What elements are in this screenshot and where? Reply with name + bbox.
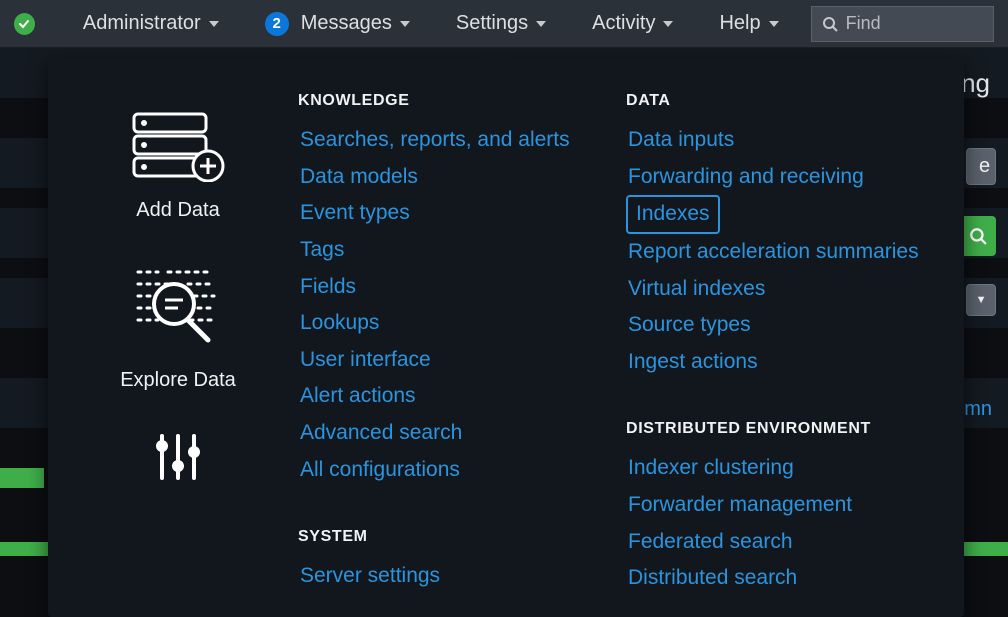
link-report-acceleration[interactable]: Report acceleration summaries bbox=[626, 234, 921, 271]
nav-messages[interactable]: 2 Messages bbox=[251, 6, 424, 42]
link-searches-reports-alerts[interactable]: Searches, reports, and alerts bbox=[298, 122, 572, 159]
link-alert-actions[interactable]: Alert actions bbox=[298, 378, 418, 415]
link-advanced-search[interactable]: Advanced search bbox=[298, 415, 464, 452]
panel-right-column: DATA Data inputs Forwarding and receivin… bbox=[606, 88, 934, 597]
search-icon bbox=[822, 16, 838, 32]
link-virtual-indexes[interactable]: Virtual indexes bbox=[626, 271, 767, 308]
system-list: Server settings bbox=[298, 558, 606, 595]
chevron-down-icon bbox=[400, 21, 410, 27]
explore-data-icon bbox=[128, 262, 228, 352]
link-forwarding-receiving[interactable]: Forwarding and receiving bbox=[626, 159, 866, 196]
nav-activity-label: Activity bbox=[592, 12, 655, 35]
bg-green-indicator bbox=[0, 468, 44, 488]
nav-settings[interactable]: Settings bbox=[442, 6, 560, 41]
topbar: Administrator 2 Messages Settings Activi… bbox=[0, 0, 1008, 48]
dropdown-arrow-icon bbox=[486, 48, 506, 58]
link-event-types[interactable]: Event types bbox=[298, 195, 412, 232]
monitoring-console-block[interactable] bbox=[148, 432, 208, 487]
nav-messages-label: Messages bbox=[301, 12, 392, 35]
link-data-models[interactable]: Data models bbox=[298, 159, 420, 196]
bg-button-1[interactable]: e bbox=[966, 148, 996, 185]
explore-data-block[interactable]: Explore Data bbox=[120, 262, 236, 392]
link-all-configurations[interactable]: All configurations bbox=[298, 452, 462, 489]
link-distributed-search[interactable]: Distributed search bbox=[626, 560, 799, 597]
nav-administrator[interactable]: Administrator bbox=[69, 6, 233, 41]
data-heading: DATA bbox=[626, 92, 934, 110]
bg-search-button[interactable] bbox=[960, 216, 996, 256]
status-ok-icon bbox=[14, 13, 35, 35]
link-data-inputs[interactable]: Data inputs bbox=[626, 122, 736, 159]
nav-help-label: Help bbox=[719, 12, 760, 35]
chevron-down-icon bbox=[663, 21, 673, 27]
knowledge-heading: KNOWLEDGE bbox=[298, 92, 606, 110]
nav-activity[interactable]: Activity bbox=[578, 6, 687, 41]
add-data-block[interactable]: Add Data bbox=[128, 108, 228, 222]
link-fields[interactable]: Fields bbox=[298, 269, 358, 306]
search-icon bbox=[969, 227, 987, 245]
bg-dropdown-button[interactable]: ▼ bbox=[966, 284, 996, 316]
chevron-down-icon bbox=[769, 21, 779, 27]
knowledge-list: Searches, reports, and alerts Data model… bbox=[298, 122, 606, 488]
panel-middle-column: KNOWLEDGE Searches, reports, and alerts … bbox=[278, 88, 606, 597]
nav-administrator-label: Administrator bbox=[83, 12, 201, 35]
messages-badge: 2 bbox=[265, 12, 289, 36]
search-placeholder: Find bbox=[846, 13, 881, 34]
chevron-down-icon bbox=[536, 21, 546, 27]
link-server-settings[interactable]: Server settings bbox=[298, 558, 442, 595]
add-data-label: Add Data bbox=[128, 199, 228, 222]
chevron-down-icon bbox=[209, 21, 219, 27]
link-federated-search[interactable]: Federated search bbox=[626, 524, 795, 561]
link-source-types[interactable]: Source types bbox=[626, 307, 753, 344]
distributed-heading: DISTRIBUTED ENVIRONMENT bbox=[626, 420, 934, 438]
nav-settings-label: Settings bbox=[456, 12, 528, 35]
panel-left-column: Add Data bbox=[78, 88, 278, 597]
system-heading: SYSTEM bbox=[298, 528, 606, 546]
link-indexes[interactable]: Indexes bbox=[626, 195, 720, 234]
explore-data-label: Explore Data bbox=[120, 369, 236, 392]
link-tags[interactable]: Tags bbox=[298, 232, 346, 269]
data-list: Data inputs Forwarding and receiving Ind… bbox=[626, 122, 934, 380]
search-input[interactable]: Find bbox=[811, 6, 994, 42]
settings-dropdown-panel: Add Data bbox=[48, 58, 964, 617]
add-data-icon bbox=[128, 108, 228, 182]
link-user-interface[interactable]: User interface bbox=[298, 342, 433, 379]
link-forwarder-management[interactable]: Forwarder management bbox=[626, 487, 854, 524]
distributed-list: Indexer clustering Forwarder management … bbox=[626, 450, 934, 597]
link-indexer-clustering[interactable]: Indexer clustering bbox=[626, 450, 796, 487]
link-ingest-actions[interactable]: Ingest actions bbox=[626, 344, 760, 381]
link-lookups[interactable]: Lookups bbox=[298, 305, 381, 342]
sliders-icon bbox=[148, 432, 208, 482]
nav-help[interactable]: Help bbox=[705, 6, 792, 41]
